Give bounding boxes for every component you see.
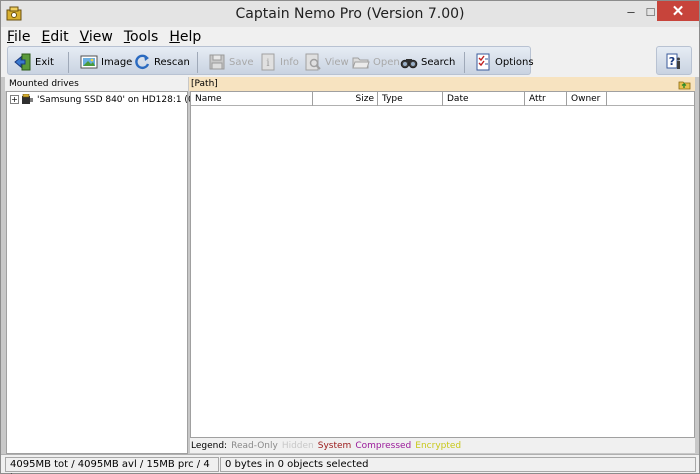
folder-up-icon[interactable] (678, 78, 691, 90)
window-title: Captain Nemo Pro (Version 7.00) (235, 6, 465, 22)
status-bar: 4095MB tot / 4095MB avl / 15MB prc / 4 i… (1, 454, 699, 474)
legend-encrypted: Encrypted (415, 440, 462, 451)
rescan-icon (135, 54, 150, 70)
info-button[interactable]: i Info (259, 51, 299, 73)
maximize-button[interactable]: □ (644, 1, 657, 21)
image-icon (80, 55, 98, 69)
view-icon (305, 53, 321, 71)
mounted-drives-header: Mounted drives (5, 77, 188, 91)
legend-bar: Legend: Read-Only Hidden System Compress… (190, 438, 695, 453)
status-selection-info: 0 bytes in 0 objects selected (220, 457, 696, 472)
path-text: [Path] (191, 79, 218, 89)
help-icon: ? (666, 53, 680, 69)
exit-icon (14, 53, 31, 71)
checklist-icon (476, 53, 490, 71)
search-button[interactable]: Search (400, 51, 455, 73)
binoculars-icon (400, 59, 418, 69)
open-folder-icon (352, 57, 370, 69)
svg-text:i: i (266, 58, 269, 69)
toolbar-help-group: ? (656, 46, 692, 75)
status-disk-info: 4095MB tot / 4095MB avl / 15MB prc / 4 i… (5, 457, 219, 474)
drive-tree[interactable]: + 'Samsung SSD 840' on HD128:1 (0:) (6, 91, 200, 454)
menu-view[interactable]: View (80, 29, 113, 45)
save-button[interactable]: Save (208, 51, 254, 73)
info-icon: i (261, 53, 275, 71)
tree-item-drive[interactable]: + 'Samsung SSD 840' on HD128:1 (0:) (10, 94, 200, 105)
tree-item-label: 'Samsung SSD 840' on HD128:1 (0:) (37, 94, 201, 105)
hard-drive-icon (22, 94, 33, 104)
minimize-button[interactable]: – (618, 1, 644, 21)
tree-expander-icon[interactable]: + (10, 95, 19, 104)
toolbar-separator (197, 52, 198, 73)
menu-edit[interactable]: Edit (41, 29, 68, 45)
menu-tools[interactable]: Tools (124, 29, 159, 45)
image-button[interactable]: Image (80, 51, 132, 73)
path-header: [Path] (189, 77, 695, 91)
column-header-date[interactable]: Date (443, 92, 525, 106)
menu-file[interactable]: File (7, 29, 30, 45)
file-list-header: Name Size Type Date Attr Owner (191, 92, 694, 106)
close-button[interactable]: ✕ (657, 1, 699, 21)
column-header-size[interactable]: Size (313, 92, 378, 106)
legend-label: Legend: (191, 440, 228, 451)
view-button[interactable]: View (304, 51, 349, 73)
rescan-button[interactable]: Rescan (133, 51, 190, 73)
menu-bar: File Edit View Tools Help (1, 27, 699, 46)
toolbar-separator (68, 52, 69, 73)
legend-read-only: Read-Only (231, 440, 278, 451)
toolbar: Exit Image Rescan Save i Info View Open … (1, 46, 699, 77)
column-header-name[interactable]: Name (191, 92, 313, 106)
toolbar-main-group: Exit Image Rescan Save i Info View Open … (7, 46, 534, 75)
save-icon (209, 54, 225, 70)
column-header-type[interactable]: Type (378, 92, 443, 106)
file-list[interactable]: Name Size Type Date Attr Owner (190, 91, 695, 438)
title-bar: Captain Nemo Pro (Version 7.00) – □ ✕ (1, 1, 699, 27)
exit-button[interactable]: Exit (14, 51, 54, 73)
legend-system: System (317, 440, 352, 451)
app-window: Captain Nemo Pro (Version 7.00) – □ ✕ Fi… (0, 0, 700, 474)
svg-text:?: ? (669, 55, 675, 68)
legend-hidden: Hidden (281, 440, 314, 451)
column-header-attr[interactable]: Attr (525, 92, 567, 106)
open-button[interactable]: Open (352, 51, 400, 73)
options-button[interactable]: Options (474, 51, 534, 73)
legend-compressed: Compressed (355, 440, 412, 451)
menu-help[interactable]: Help (169, 29, 201, 45)
toolbar-separator (464, 52, 465, 73)
help-button[interactable]: ? (666, 51, 687, 73)
column-header-owner[interactable]: Owner (567, 92, 607, 106)
